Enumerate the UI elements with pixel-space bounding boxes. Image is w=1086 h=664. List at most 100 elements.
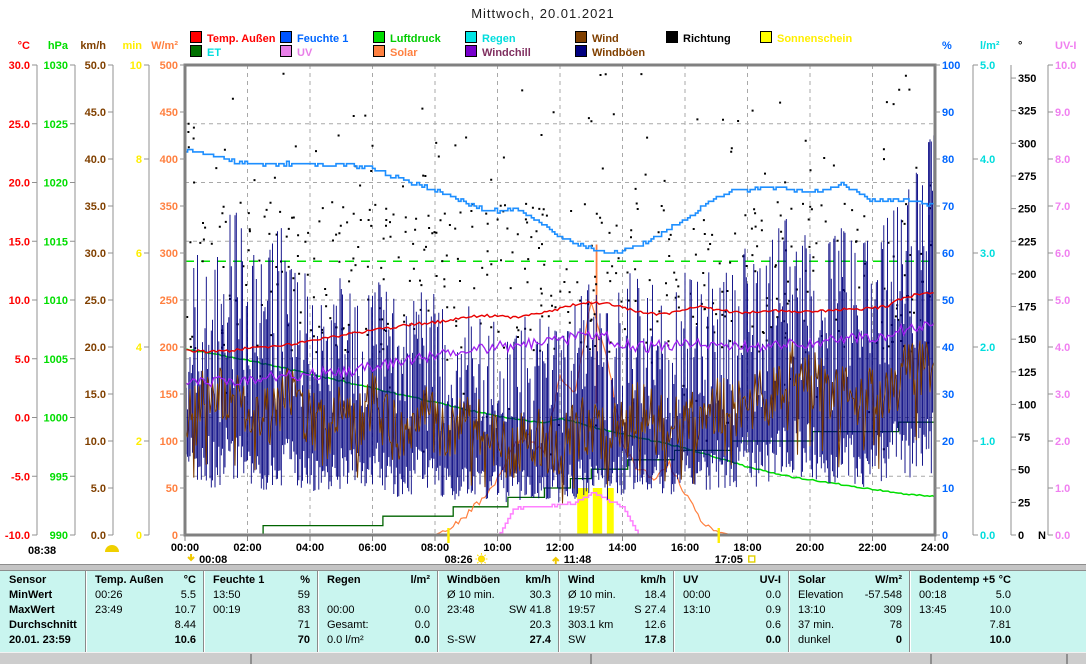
astro-annotations: 08:3800:0808:2611:4817:05	[28, 545, 755, 566]
table-column-header: Bodentemp +5°C	[910, 573, 1018, 588]
table-column-wind: Windkm/hØ 10 min.18.419:57S 27.4303.1 km…	[558, 571, 673, 652]
stat-value: 20.3	[530, 618, 551, 633]
svg-text:35.0: 35.0	[85, 201, 106, 213]
axis-unit-dir: °	[1018, 40, 1022, 52]
sensor-name: Windböen	[447, 573, 500, 588]
svg-text:5.0: 5.0	[15, 354, 30, 366]
window-splitter	[0, 564, 1086, 571]
svg-text:10: 10	[130, 60, 142, 72]
table-row: 10.0	[910, 633, 1018, 648]
svg-text:22:00: 22:00	[858, 542, 886, 554]
row-label-text: 20.01. 23:59	[9, 633, 71, 648]
sensor-name: Feuchte 1	[213, 573, 264, 588]
row-label-text: MaxWert	[9, 603, 55, 618]
sensor-unit: %	[300, 573, 310, 588]
svg-text:150: 150	[1018, 334, 1036, 346]
stat-value: 0.9	[766, 603, 781, 618]
stat-value: -57.548	[865, 588, 902, 603]
svg-text:175: 175	[1018, 302, 1036, 314]
svg-text:1015: 1015	[44, 236, 68, 248]
svg-text:3.0: 3.0	[1055, 389, 1070, 401]
stat-time: 23:49	[95, 603, 123, 618]
stat-value: 5.0	[996, 588, 1011, 603]
svg-text:04:00: 04:00	[296, 542, 324, 554]
sensor-name: Temp. Außen	[95, 573, 163, 588]
svg-text:10: 10	[942, 483, 954, 495]
svg-text:60: 60	[942, 248, 954, 260]
axis-hum: 0102030405060708090100%	[935, 40, 960, 542]
stat-value: 10.0	[990, 633, 1011, 648]
svg-text:24:00: 24:00	[921, 542, 949, 554]
svg-text:70: 70	[942, 201, 954, 213]
svg-text:6: 6	[136, 248, 142, 260]
svg-text:10.0: 10.0	[9, 295, 30, 307]
svg-text:14:00: 14:00	[608, 542, 636, 554]
table-row: 00:000.0	[318, 603, 437, 618]
table-row: 20.3	[438, 618, 558, 633]
table-row: 19:57S 27.4	[559, 603, 673, 618]
svg-text:0: 0	[172, 530, 178, 542]
stats-table: SensorMinWertMaxWertDurchschnitt20.01. 2…	[0, 571, 1086, 652]
svg-text:500: 500	[160, 60, 178, 72]
stat-time: Elevation	[798, 588, 843, 603]
svg-text:200: 200	[160, 342, 178, 354]
svg-text:1.0: 1.0	[980, 436, 995, 448]
table-column-windb-en: Windböenkm/hØ 10 min.30.323:48SW 41.820.…	[437, 571, 558, 652]
axis-unit-rain: l/m²	[980, 40, 1000, 52]
axis-unit-solar: W/m²	[151, 40, 178, 52]
svg-text:2: 2	[136, 436, 142, 448]
stat-value: SW 41.8	[509, 603, 551, 618]
svg-text:100: 100	[160, 436, 178, 448]
table-row: Ø 10 min.30.3	[438, 588, 558, 603]
stat-value: S 27.4	[634, 603, 666, 618]
stat-value: 78	[890, 618, 902, 633]
svg-text:300: 300	[160, 248, 178, 260]
svg-text:200: 200	[1018, 269, 1036, 281]
svg-text:7.0: 7.0	[1055, 201, 1070, 213]
stat-value: 0.0	[415, 618, 430, 633]
svg-text:125: 125	[1018, 367, 1036, 379]
svg-text:250: 250	[160, 295, 178, 307]
table-row: 00:000.0	[674, 588, 788, 603]
stat-value: 5.5	[181, 588, 196, 603]
sensor-name: UV	[683, 573, 698, 588]
sensor-unit: °C	[999, 573, 1011, 588]
axis-unit-wind: km/h	[80, 40, 106, 52]
row-label-text: Sensor	[9, 573, 46, 588]
sensor-name: Regen	[327, 573, 361, 588]
stat-value: 18.4	[645, 588, 666, 603]
strip-notch	[1066, 654, 1068, 664]
stat-value: 59	[298, 588, 310, 603]
svg-text:30.0: 30.0	[85, 248, 106, 260]
stat-value: 83	[298, 603, 310, 618]
svg-text:2.0: 2.0	[1055, 436, 1070, 448]
table-row: Elevation -57.548	[789, 588, 909, 603]
svg-text:25.0: 25.0	[9, 119, 30, 131]
stat-time: 303.1 km	[568, 618, 613, 633]
svg-text:350: 350	[160, 201, 178, 213]
svg-text:5.0: 5.0	[980, 60, 995, 72]
axis-wind: 0.05.010.015.020.025.030.035.040.045.050…	[80, 40, 113, 542]
stat-value: 0.6	[766, 618, 781, 633]
stat-value: 10.6	[175, 633, 196, 648]
svg-text:40.0: 40.0	[85, 154, 106, 166]
svg-text:100: 100	[942, 60, 960, 72]
stat-time: 13:45	[919, 603, 947, 618]
svg-text:995: 995	[50, 471, 68, 483]
axis-temp: -10.0-5.00.05.010.015.020.025.030.0°C	[5, 40, 37, 542]
stat-value: 0.0	[415, 633, 430, 648]
svg-text:6.0: 6.0	[1055, 248, 1070, 260]
arrow-down-icon	[188, 554, 194, 560]
table-row: 303.1 km12.6	[559, 618, 673, 633]
svg-text:-10.0: -10.0	[5, 530, 30, 542]
svg-text:250: 250	[1018, 204, 1036, 216]
table-row: 13:5059	[204, 588, 317, 603]
svg-text:1010: 1010	[44, 295, 68, 307]
svg-text:0: 0	[136, 530, 142, 542]
table-row: 13:10309	[789, 603, 909, 618]
svg-text:15.0: 15.0	[9, 236, 30, 248]
stat-value: 0.0	[415, 603, 430, 618]
table-row: 00:265.5	[86, 588, 203, 603]
stat-value: 0.0	[766, 633, 781, 648]
axis-solar: 050100150200250300350400450500W/m²	[151, 40, 185, 542]
